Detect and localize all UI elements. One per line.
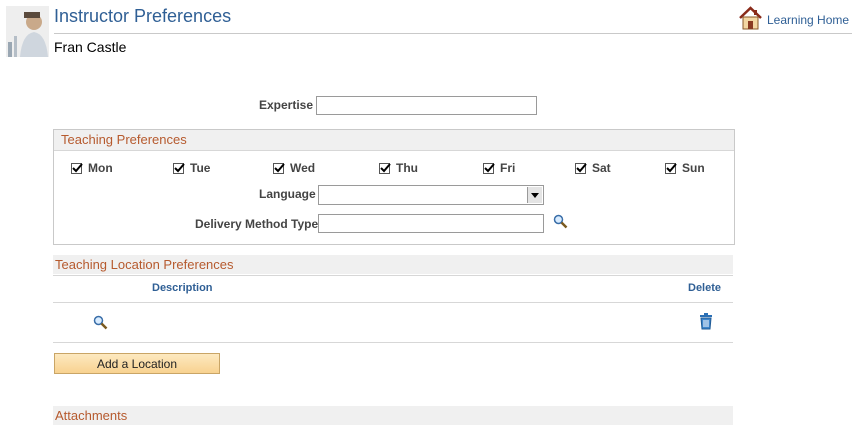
day-fri[interactable]: Fri <box>483 161 515 175</box>
wed-label: Wed <box>290 161 316 175</box>
expertise-label: Expertise <box>259 98 314 112</box>
location-prefs-title: Teaching Location Preferences <box>55 257 234 272</box>
thu-checkbox[interactable] <box>379 162 391 174</box>
attachments-title: Attachments <box>55 408 128 423</box>
column-description[interactable]: Description <box>152 282 213 294</box>
home-icon <box>738 6 763 33</box>
sun-checkbox[interactable] <box>665 162 677 174</box>
sat-checkbox[interactable] <box>575 162 587 174</box>
delivery-lookup-search-icon[interactable] <box>553 214 568 232</box>
learning-home-link[interactable]: Learning Home <box>738 6 849 33</box>
header-divider <box>54 33 852 34</box>
learning-home-label: Learning Home <box>767 12 850 27</box>
day-wed[interactable]: Wed <box>273 161 315 175</box>
instructor-name: Fran Castle <box>54 39 127 55</box>
chevron-down-icon[interactable] <box>527 187 542 203</box>
expertise-input[interactable] <box>316 96 537 115</box>
add-location-button[interactable]: Add a Location <box>54 353 220 374</box>
tue-label: Tue <box>190 161 211 175</box>
trash-icon[interactable] <box>699 313 713 333</box>
delivery-method-input[interactable] <box>318 214 544 233</box>
language-select[interactable] <box>318 185 544 205</box>
mon-label: Mon <box>88 161 113 175</box>
mon-checkbox[interactable] <box>71 162 83 174</box>
fri-label: Fri <box>500 161 516 175</box>
location-lookup-search-icon[interactable] <box>93 315 108 333</box>
day-sun[interactable]: Sun <box>665 161 705 175</box>
wed-checkbox[interactable] <box>273 162 285 174</box>
location-row-divider <box>53 342 733 343</box>
sat-label: Sat <box>592 161 611 175</box>
fri-checkbox[interactable] <box>483 162 495 174</box>
day-sat[interactable]: Sat <box>575 161 611 175</box>
language-label: Language <box>259 187 316 201</box>
day-mon[interactable]: Mon <box>71 161 113 175</box>
tue-checkbox[interactable] <box>173 162 185 174</box>
delivery-method-label: Delivery Method Type <box>195 217 319 231</box>
thu-label: Thu <box>396 161 418 175</box>
day-tue[interactable]: Tue <box>173 161 210 175</box>
teaching-preferences-title: Teaching Preferences <box>61 132 187 147</box>
attachments-header <box>53 406 733 425</box>
day-thu[interactable]: Thu <box>379 161 418 175</box>
sun-label: Sun <box>682 161 705 175</box>
column-delete: Delete <box>688 282 722 294</box>
header-photo <box>6 6 49 57</box>
page-title: Instructor Preferences <box>54 6 232 26</box>
